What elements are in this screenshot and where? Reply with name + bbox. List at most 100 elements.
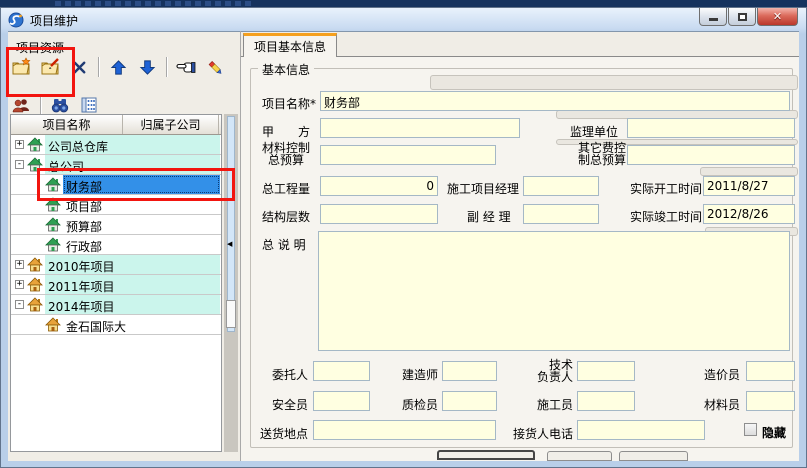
minimize-button[interactable] xyxy=(699,8,727,26)
expand-icon[interactable]: + xyxy=(15,280,24,289)
edit-pencil-icon[interactable] xyxy=(204,56,226,78)
safety-officer-label: 安全员 xyxy=(258,396,308,413)
quality-inspector-label: 质检员 xyxy=(388,396,438,413)
tree-row-label: 行政部 xyxy=(66,238,102,255)
collapse-icon[interactable]: - xyxy=(15,300,24,309)
clipped-field-fragment xyxy=(430,75,798,90)
supervision-unit-label: 监理单位 xyxy=(570,123,618,140)
tree-row-jinshi-international[interactable]: 金石国际大 xyxy=(11,315,221,335)
total-quantity-input[interactable]: 0 xyxy=(320,176,438,196)
delivery-place-input[interactable] xyxy=(313,420,496,440)
maximize-icon xyxy=(738,13,747,21)
quality-inspector-input[interactable] xyxy=(442,391,497,411)
tab-project-basic-info[interactable]: 项目基本信息 xyxy=(243,33,337,57)
toolbar-separator xyxy=(98,57,99,77)
deputy-manager-input[interactable] xyxy=(523,204,599,224)
construction-worker-label: 施工员 xyxy=(525,396,573,413)
tech-leader-label-line2: 负责人 xyxy=(525,368,573,385)
bottom-button-clipped[interactable] xyxy=(619,451,688,461)
delivery-place-label: 送货地点 xyxy=(250,425,308,442)
actual-finish-date-label: 实际竣工时间 xyxy=(630,208,702,225)
construction-pm-input[interactable] xyxy=(523,176,599,196)
builder-input[interactable] xyxy=(442,361,497,381)
minimize-icon xyxy=(709,18,718,21)
tree-row-label: 2014年项目 xyxy=(48,298,115,315)
material-budget-label-line2: 总预算 xyxy=(268,151,304,168)
bottom-button-clipped[interactable] xyxy=(437,450,535,460)
project-name-input[interactable]: 财务部 xyxy=(320,91,790,111)
cost-estimator-label: 造价员 xyxy=(690,366,740,383)
other-fee-budget-input[interactable] xyxy=(627,145,795,165)
entruster-input[interactable] xyxy=(313,361,370,381)
collapse-icon[interactable]: - xyxy=(15,160,24,169)
house-icon xyxy=(27,297,43,312)
construction-worker-input[interactable] xyxy=(577,391,635,411)
construction-pm-label: 施工项目经理 xyxy=(447,180,519,197)
select-hand-icon[interactable] xyxy=(175,56,197,78)
move-down-icon[interactable] xyxy=(136,56,158,78)
tree-row-label: 公司总仓库 xyxy=(48,138,108,155)
entruster-label: 委托人 xyxy=(258,366,308,383)
window-title: 项目维护 xyxy=(30,12,78,29)
tree-row-company-warehouse[interactable]: + 公司总仓库 xyxy=(11,135,221,155)
expand-icon[interactable]: + xyxy=(15,260,24,269)
hide-checkbox-label: 隐藏 xyxy=(762,424,799,441)
move-up-icon[interactable] xyxy=(107,56,129,78)
project-name-label: 项目名称* xyxy=(262,95,316,112)
party-a-label: 甲 方 xyxy=(262,123,310,140)
toolbar-separator xyxy=(40,95,41,115)
structure-floors-input[interactable] xyxy=(320,204,438,224)
window-titlebar[interactable]: 项目维护 xyxy=(8,10,78,30)
cost-estimator-input[interactable] xyxy=(746,361,795,381)
builder-label: 建造师 xyxy=(388,366,438,383)
close-icon: ✕ xyxy=(773,10,782,23)
close-button[interactable]: ✕ xyxy=(757,8,798,26)
tree-header: 项目名称 归属子公司 xyxy=(11,115,221,135)
expand-icon[interactable]: + xyxy=(15,140,24,149)
list-view-icon[interactable] xyxy=(78,94,100,116)
tree-row-admin-dept[interactable]: 行政部 xyxy=(11,235,221,255)
receiver-phone-input[interactable] xyxy=(577,420,705,440)
annotation-rectangle-selected-row xyxy=(37,168,235,201)
project-maintenance-window: 项目维护 ✕ 项目资源 项目名称 归属子公司 + 公司总仓库 xyxy=(0,0,807,468)
actual-finish-date-input[interactable]: 2012/8/26 xyxy=(703,204,795,224)
column-header-subsidiary[interactable]: 归属子公司 xyxy=(123,115,219,134)
hide-checkbox[interactable] xyxy=(744,423,757,436)
tree-row-2011-projects[interactable]: + 2011年项目 xyxy=(11,275,221,295)
structure-floors-label: 结构层数 xyxy=(262,208,310,225)
panel-splitter[interactable]: ◀ xyxy=(224,114,238,452)
house-icon xyxy=(45,217,61,232)
actual-start-date-label: 实际开工时间 xyxy=(630,180,702,197)
general-note-label: 总 说 明 xyxy=(262,236,306,253)
scrollbar-thumb[interactable] xyxy=(226,300,236,328)
total-quantity-label: 总工程量 xyxy=(262,180,310,197)
annotation-rectangle-toolbar xyxy=(6,47,75,97)
project-tree: 项目名称 归属子公司 + 公司总仓库 - 总公司 财务部 项目部 预算部 xyxy=(10,114,222,452)
tree-row-budget-dept[interactable]: 预算部 xyxy=(11,215,221,235)
deputy-manager-label: 副 经 理 xyxy=(467,208,511,225)
maximize-button[interactable] xyxy=(728,8,756,26)
column-header-project-name[interactable]: 项目名称 xyxy=(11,115,123,134)
users-icon[interactable] xyxy=(10,94,32,116)
general-note-textarea[interactable] xyxy=(318,231,790,351)
groupbox-title: 基本信息 xyxy=(258,61,314,78)
search-binoculars-icon[interactable] xyxy=(49,94,71,116)
collapse-left-icon[interactable]: ◀ xyxy=(227,240,236,248)
house-icon xyxy=(27,257,43,272)
tree-row-2010-projects[interactable]: + 2010年项目 xyxy=(11,255,221,275)
supervision-unit-input[interactable] xyxy=(627,118,795,138)
house-icon xyxy=(45,237,61,252)
tree-toolbar-row2 xyxy=(10,94,100,116)
party-a-input[interactable] xyxy=(320,118,520,138)
material-clerk-input[interactable] xyxy=(746,391,795,411)
tech-leader-input[interactable] xyxy=(577,361,635,381)
actual-start-date-input[interactable]: 2011/8/27 xyxy=(703,176,795,196)
tree-row-label: 2010年项目 xyxy=(48,258,115,275)
clipped-field-fragment xyxy=(700,167,798,176)
safety-officer-input[interactable] xyxy=(313,391,370,411)
receiver-phone-label: 接货人电话 xyxy=(505,425,573,442)
material-budget-input[interactable] xyxy=(320,145,496,165)
house-icon xyxy=(27,137,43,152)
bottom-button-clipped[interactable] xyxy=(547,451,612,461)
tree-row-2014-projects[interactable]: - 2014年项目 xyxy=(11,295,221,315)
